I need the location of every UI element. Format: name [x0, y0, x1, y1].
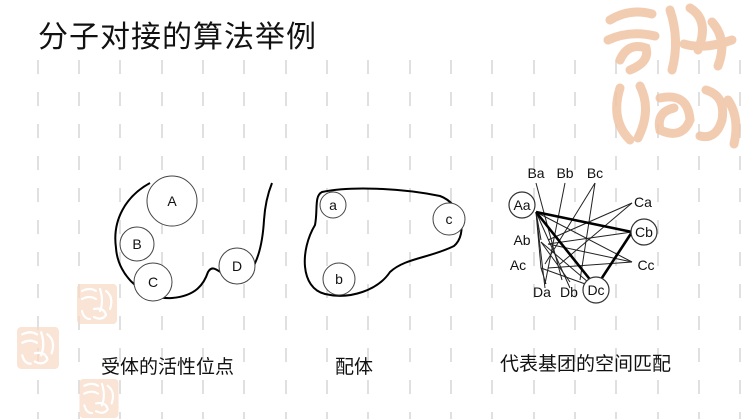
site-c-label: C	[148, 274, 158, 290]
caption-matching: 代表基团的空间匹配	[500, 353, 672, 375]
node-cc-label: Cc	[637, 257, 654, 273]
node-ba-label: Ba	[527, 165, 544, 181]
node-bc-label: Bc	[587, 165, 603, 181]
node-aa-label: Aa	[513, 197, 530, 213]
node-bb-label: Bb	[556, 165, 573, 181]
site-a-label: A	[167, 193, 177, 209]
receptor-site: A B C D	[114, 175, 273, 302]
node-ac-label: Ac	[510, 257, 526, 273]
node-dc-label: Dc	[587, 282, 604, 298]
node-cb-label: Cb	[635, 224, 653, 240]
group-b-label: b	[335, 271, 343, 287]
site-b-label: B	[132, 236, 141, 252]
matching-graph: Ba Bb Bc Aa Ca Cb Ab Ac Cc Da Db Dc	[508, 165, 658, 304]
node-da-label: Da	[533, 284, 551, 300]
node-db-label: Db	[560, 284, 578, 300]
caption-receptor: 受体的活性位点	[101, 356, 235, 378]
node-ca-label: Ca	[634, 194, 652, 210]
caption-ligand: 配体	[335, 356, 374, 378]
group-a-label: a	[329, 197, 337, 213]
node-ab-label: Ab	[513, 232, 530, 248]
site-d-label: D	[232, 258, 242, 274]
group-c-label: c	[446, 211, 453, 227]
ligand: a b c	[303, 187, 466, 297]
